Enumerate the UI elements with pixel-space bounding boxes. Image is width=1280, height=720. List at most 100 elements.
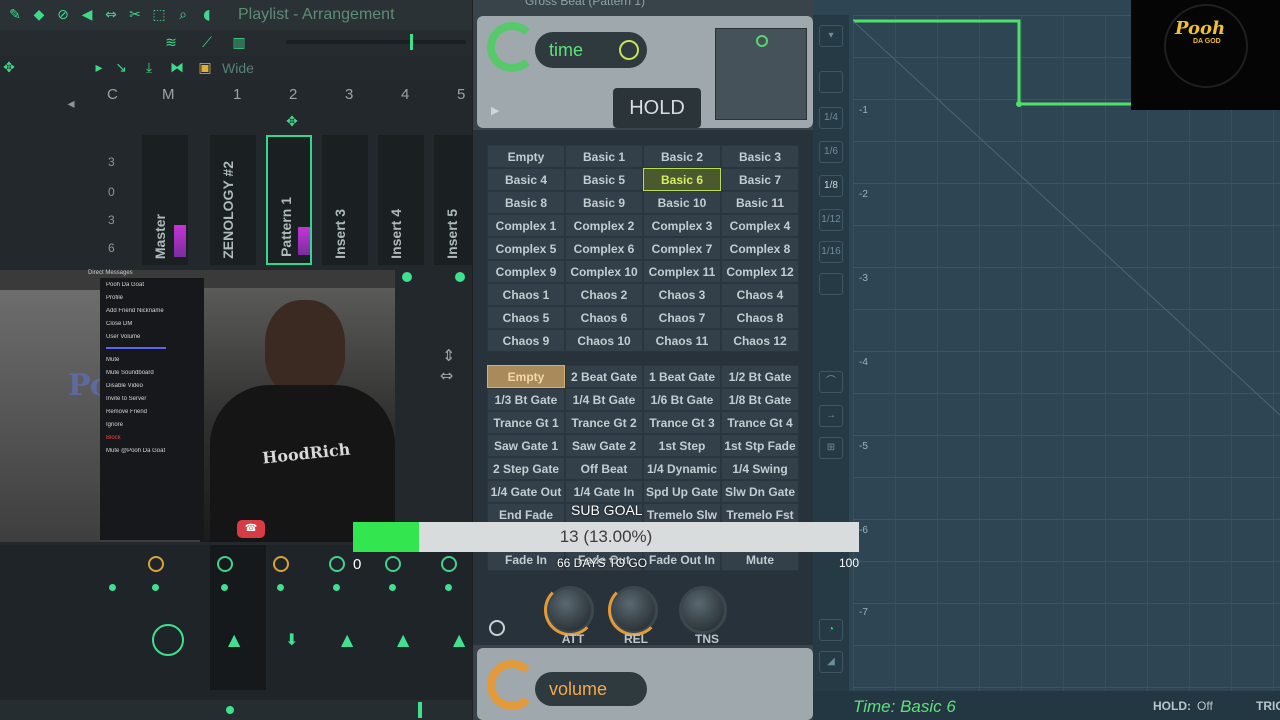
hold-button[interactable]: HOLD [613, 88, 701, 128]
corner-icon[interactable]: ◢ [819, 651, 843, 673]
preset-button[interactable]: 1/4 Bt Gate [565, 388, 643, 411]
preset-button[interactable]: Complex 11 [643, 260, 721, 283]
speaker-icon[interactable]: ◖ [198, 6, 216, 24]
volume-slot-selector[interactable]: volume [535, 672, 647, 706]
pan-knob[interactable] [273, 556, 289, 572]
snap-button[interactable]: 1/4 [819, 107, 843, 129]
preset-button[interactable]: Complex 9 [487, 260, 565, 283]
preset-button[interactable]: Basic 7 [721, 168, 799, 191]
preset-button[interactable]: Complex 1 [487, 214, 565, 237]
preset-button[interactable]: Complex 12 [721, 260, 799, 283]
send-dot[interactable] [389, 584, 396, 591]
scroll-handle[interactable] [226, 706, 234, 714]
hold-value[interactable]: Off [1197, 699, 1213, 713]
menu-item[interactable]: Block [106, 435, 198, 441]
preset-button[interactable]: Complex 4 [721, 214, 799, 237]
preset-button[interactable]: Chaos 9 [487, 329, 565, 352]
leftright-icon[interactable]: ⇔ [440, 366, 453, 385]
preset-button[interactable]: Complex 2 [565, 214, 643, 237]
preset-button[interactable]: Saw Gate 2 [565, 434, 643, 457]
preset-button[interactable]: Basic 11 [721, 191, 799, 214]
preset-button[interactable]: Basic 3 [721, 145, 799, 168]
up-arrow-icon[interactable]: ▲ [228, 630, 240, 649]
preset-button[interactable]: 2 Step Gate [487, 457, 565, 480]
preset-button[interactable]: Chaos 12 [721, 329, 799, 352]
preset-button[interactable]: 1/4 Swing [721, 457, 799, 480]
piano-icon[interactable]: ▥ [230, 34, 248, 52]
preset-button[interactable]: Complex 5 [487, 237, 565, 260]
preset-button[interactable]: 1st Step [643, 434, 721, 457]
down-arrow-icon[interactable]: ⬇ [285, 630, 298, 649]
slip-icon[interactable]: ⇔ [102, 6, 120, 24]
preset-button[interactable]: Basic 6 [643, 168, 721, 191]
preset-button[interactable]: 2 Beat Gate [565, 365, 643, 388]
clock-icon[interactable]: ◔ [819, 619, 843, 641]
envelope-curve[interactable] [853, 15, 1280, 691]
zoom-icon[interactable]: ⌕ [174, 6, 192, 24]
brush-icon[interactable]: ◆ [30, 6, 48, 24]
send-dot[interactable] [277, 584, 284, 591]
preset-button[interactable]: Basic 1 [565, 145, 643, 168]
pan-knob[interactable] [329, 556, 345, 572]
snap-button[interactable]: 1/16 [819, 241, 843, 263]
preset-button[interactable]: Complex 10 [565, 260, 643, 283]
menu-item[interactable]: Add Friend Nickname [106, 308, 198, 314]
preset-button[interactable]: Trance Gt 3 [643, 411, 721, 434]
up-arrow-icon[interactable]: ▲ [341, 630, 353, 649]
preset-button[interactable]: Basic 2 [643, 145, 721, 168]
slice-icon[interactable]: ✂ [126, 6, 144, 24]
expand-icon[interactable]: ✥ [0, 59, 18, 77]
preset-button[interactable]: Chaos 3 [643, 283, 721, 306]
link-icon[interactable]: ⟋ [198, 34, 216, 52]
preset-button[interactable]: Chaos 7 [643, 306, 721, 329]
preset-button[interactable]: Chaos 8 [721, 306, 799, 329]
preset-button[interactable]: Chaos 11 [643, 329, 721, 352]
mixer-track-pattern-1[interactable]: Pattern 1 [266, 135, 312, 265]
preset-button[interactable]: 1/3 Bt Gate [487, 388, 565, 411]
xy-handle[interactable] [756, 35, 768, 47]
dropdown-button[interactable]: ▾ [819, 25, 843, 47]
preset-button[interactable]: Complex 3 [643, 214, 721, 237]
preset-button[interactable]: Chaos 4 [721, 283, 799, 306]
preset-button[interactable]: 1/6 Bt Gate [643, 388, 721, 411]
preset-button[interactable]: Complex 6 [565, 237, 643, 260]
move-icon[interactable]: ✥ [283, 113, 301, 131]
preset-button[interactable]: Chaos 2 [565, 283, 643, 306]
play-icon[interactable]: ▶ [491, 104, 499, 117]
preset-button[interactable]: Basic 9 [565, 191, 643, 214]
select-icon[interactable]: ⬚ [150, 6, 168, 24]
mixer-track-insert-4[interactable]: Insert 4 [378, 135, 424, 265]
updown-icon[interactable]: ⇕ [442, 346, 455, 365]
mixer-scrollbar[interactable] [0, 700, 472, 720]
preset-button[interactable]: 1/8 Bt Gate [721, 388, 799, 411]
playlist-title[interactable]: Playlist - Arrangement [238, 6, 395, 24]
route-icon[interactable]: ↘ [112, 59, 130, 77]
preset-button[interactable]: 1st Stp Fade [721, 434, 799, 457]
search-icon[interactable] [489, 620, 505, 636]
grid-icon[interactable]: ⊞ [819, 437, 843, 459]
preset-button[interactable]: 1 Beat Gate [643, 365, 721, 388]
envelope-grid[interactable] [853, 15, 1280, 691]
down-icon[interactable]: ⤓ [140, 59, 158, 77]
scroll-handle[interactable] [410, 34, 413, 50]
attack-knob[interactable] [544, 584, 596, 636]
preset-button[interactable]: Basic 10 [643, 191, 721, 214]
frame-icon[interactable]: ▣ [196, 59, 214, 77]
preset-button[interactable]: Chaos 1 [487, 283, 565, 306]
volume-slider[interactable] [106, 347, 166, 349]
snap-button[interactable] [819, 71, 843, 93]
mixer-track-master[interactable]: Master [142, 135, 188, 265]
pencil-icon[interactable]: ✎ [6, 6, 24, 24]
snap-button[interactable]: 1/8 [819, 175, 843, 197]
menu-item[interactable]: Disable Video [106, 383, 198, 389]
snap-button[interactable]: 1/12 [819, 209, 843, 231]
preset-button[interactable]: 1/2 Bt Gate [721, 365, 799, 388]
menu-item[interactable]: Mute @Pooh Da Goat [106, 448, 198, 454]
preset-button[interactable]: Trance Gt 4 [721, 411, 799, 434]
mixer-track-zenology[interactable]: ZENOLOGY #2 [210, 135, 256, 265]
menu-item[interactable]: Mute Soundboard [106, 370, 198, 376]
menu-item[interactable]: Close DM [106, 321, 198, 327]
preset-button[interactable]: Trance Gt 1 [487, 411, 565, 434]
preset-button[interactable]: Basic 4 [487, 168, 565, 191]
send-dot[interactable] [109, 584, 116, 591]
